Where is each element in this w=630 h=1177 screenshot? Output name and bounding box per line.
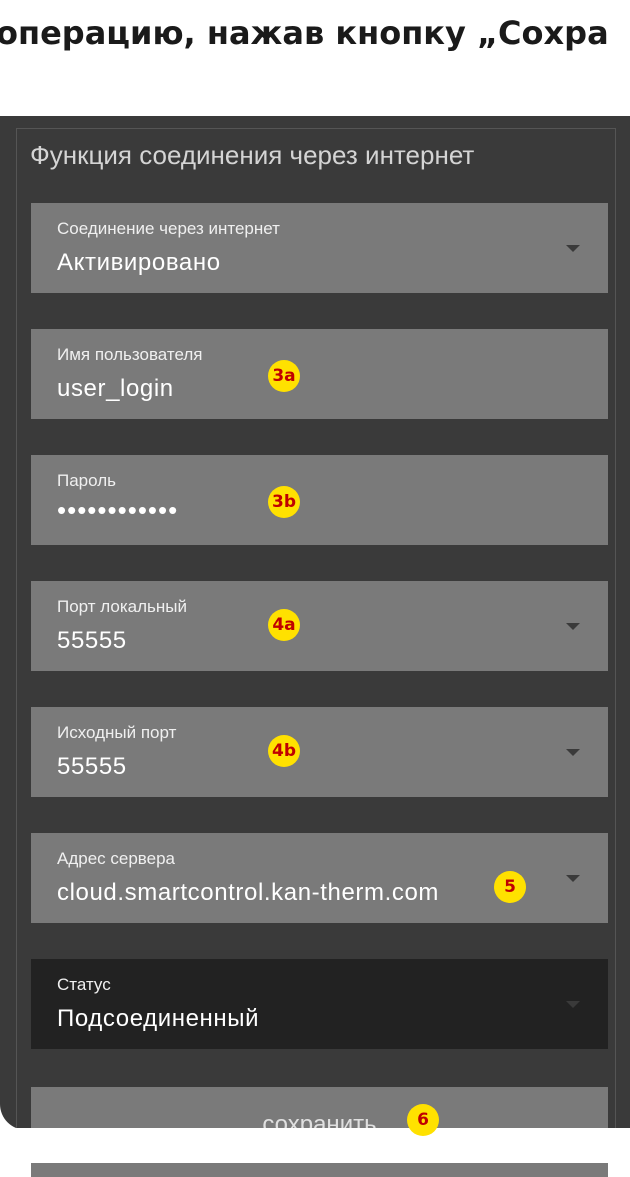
callout-badge-5: 5 — [494, 871, 526, 903]
password-label: Пароль — [57, 471, 116, 490]
source-port-select[interactable]: Исходный порт 55555 — [31, 707, 608, 797]
username-label: Имя пользователя — [57, 345, 203, 364]
status-value: Подсоединенный — [57, 1005, 260, 1032]
connection-label: Соединение через интернет — [57, 219, 280, 238]
instruction-caption: операцию, нажав кнопку „Сохра — [0, 14, 609, 52]
connection-select[interactable]: Соединение через интернет Активировано — [31, 203, 608, 293]
chevron-down-icon — [566, 245, 580, 252]
chevron-down-icon — [566, 623, 580, 630]
callout-badge-4a: 4a — [268, 609, 300, 641]
callout-badge-4b: 4b — [268, 735, 300, 767]
source-port-label: Исходный порт — [57, 723, 177, 742]
server-address-label: Адрес сервера — [57, 849, 176, 868]
chevron-down-icon — [566, 1001, 580, 1008]
password-value: •••••••••••• — [57, 495, 179, 525]
connection-value: Активировано — [57, 249, 221, 276]
local-port-label: Порт локальный — [57, 597, 187, 616]
status-label: Статус — [57, 975, 111, 994]
server-address-value: cloud.smartcontrol.kan-therm.com — [57, 879, 439, 906]
chevron-down-icon — [566, 749, 580, 756]
source-port-value: 55555 — [57, 753, 127, 780]
section-title: Функция соединения через интернет — [30, 140, 475, 170]
password-field[interactable]: Пароль •••••••••••• — [31, 455, 608, 545]
callout-badge-3a: 3a — [268, 360, 300, 392]
page-bottom-margin — [0, 1128, 630, 1163]
callout-badge-6: 6 — [407, 1104, 439, 1136]
username-value: user_login — [57, 375, 174, 402]
username-field[interactable]: Имя пользователя user_login — [31, 329, 608, 419]
local-port-select[interactable]: Порт локальный 55555 — [31, 581, 608, 671]
local-port-value: 55555 — [57, 627, 127, 654]
status-select: Статус Подсоединенный — [31, 959, 608, 1049]
callout-badge-3b: 3b — [268, 486, 300, 518]
chevron-down-icon — [566, 875, 580, 882]
